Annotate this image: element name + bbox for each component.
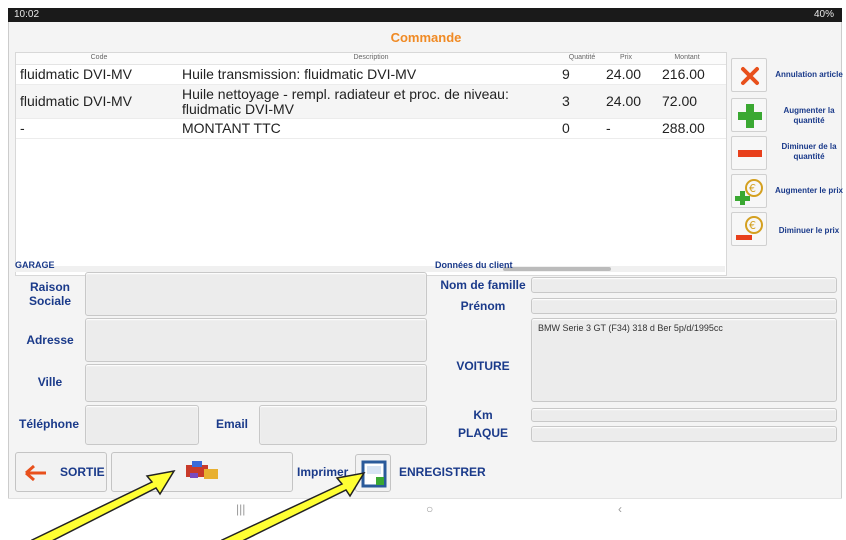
email-label: Email [215,417,248,431]
table-row[interactable]: - MONTANT TTC 0 - 288.00 [16,119,726,139]
voiture-field[interactable]: BMW Serie 3 GT (F34) 318 d Ber 5p/d/1995… [531,318,837,402]
cell-prix: 24.00 [606,93,642,109]
adresse-field[interactable] [85,318,427,362]
ville-field[interactable] [85,364,427,402]
nom-field[interactable] [531,277,837,293]
battery-level: 40% [813,9,834,20]
cell-description: Huile nettoyage - rempl. radiateur et pr… [182,86,509,117]
km-label: Km [473,408,493,422]
euro-plus-icon: € [735,179,763,205]
imprimer-label: Imprimer [297,465,349,479]
increase-price-button[interactable]: € [731,174,767,208]
euro-minus-icon: € [736,216,763,240]
increase-quantity-label: Augmenter la quantité [783,106,835,125]
cell-code: - [20,120,25,136]
raison-sociale-label: Raison Sociale [28,280,72,308]
sortie-label: SORTIE [60,465,105,479]
raison-sociale-field[interactable] [85,272,427,316]
cell-montant: 216.00 [662,66,705,82]
sortie-button[interactable]: SORTIE [15,452,107,492]
svg-text:€: € [749,219,756,232]
increase-price-label: Augmenter le prix [774,186,843,195]
decrease-price-label: Diminuer le prix [778,226,840,235]
prenom-label: Prénom [460,299,506,313]
adresse-label: Adresse [26,333,74,347]
cell-code: fluidmatic DVI-MV [20,66,133,82]
decrease-quantity-label: Diminuer de la quantité [781,142,837,161]
column-header-prix: Prix [619,54,633,61]
decrease-price-button[interactable]: € [731,212,767,246]
ville-label: Ville [37,375,63,389]
cell-code: fluidmatic DVI-MV [20,93,133,109]
remove-item-button[interactable] [731,58,767,92]
decrease-quantity-button[interactable] [731,136,767,170]
save-button[interactable] [355,454,391,492]
arrow-left-icon [25,464,46,482]
cell-montant: 72.00 [662,93,698,109]
recent-apps-icon[interactable]: ||| [236,502,245,516]
scrollbar-thumb[interactable] [503,267,611,271]
save-icon [361,460,387,488]
android-nav-bar: ||| ○ ‹ [8,498,842,522]
increase-quantity-button[interactable] [731,98,767,132]
telephone-label: Téléphone [18,417,79,431]
minus-icon [738,150,762,157]
plaque-field[interactable] [531,426,837,442]
cell-description: Huile transmission: fluidmatic DVI-MV [182,66,417,82]
back-icon[interactable]: ‹ [618,502,622,516]
home-icon[interactable]: ○ [426,502,433,516]
cell-quantite: 3 [562,93,570,109]
app-window: Commande Code Description Quantité Prix … [8,22,843,522]
telephone-field[interactable] [85,405,199,445]
plaque-label: PLAQUE [457,426,508,440]
close-icon [741,67,759,85]
cell-quantite: 0 [562,120,570,136]
plus-icon [738,104,762,128]
km-field[interactable] [531,408,837,422]
status-bar: 10:02 40% [8,8,842,22]
table-header: Code Description Quantité Prix Montant [16,53,726,65]
prenom-field[interactable] [531,298,837,314]
client-section-title: Données du client [435,260,513,270]
status-time: 10:02 [14,9,40,20]
enregistrer-label: ENREGISTRER [399,465,486,479]
email-field[interactable] [259,405,427,445]
column-header-code: Code [90,54,108,61]
column-header-description: Description [353,54,389,61]
table-row[interactable]: fluidmatic DVI-MV Huile nettoyage - remp… [16,85,726,119]
cell-prix: 24.00 [606,66,642,82]
page-title: Commande [390,30,462,45]
garage-section-title: GARAGE [15,260,55,270]
cell-description: MONTANT TTC [182,120,281,136]
svg-text:€: € [749,182,756,195]
remove-item-label: Annulation article [775,70,843,79]
voiture-value: BMW Serie 3 GT (F34) 318 d Ber 5p/d/1995… [538,323,723,333]
cell-prix: - [606,120,611,136]
printer-icon [186,461,218,479]
print-button[interactable] [111,452,293,492]
cell-quantite: 9 [562,66,570,82]
cell-montant: 288.00 [662,120,705,136]
nom-label: Nom de famille [440,278,526,292]
column-header-montant: Montant [674,54,700,61]
column-header-quantite: Quantité [568,54,596,61]
voiture-label: VOITURE [456,359,510,373]
table-row[interactable]: fluidmatic DVI-MV Huile transmission: fl… [16,65,726,85]
screen-frame: 10:02 40% Commande Code Description Quan… [0,0,846,540]
order-table: Code Description Quantité Prix Montant f… [15,52,727,276]
